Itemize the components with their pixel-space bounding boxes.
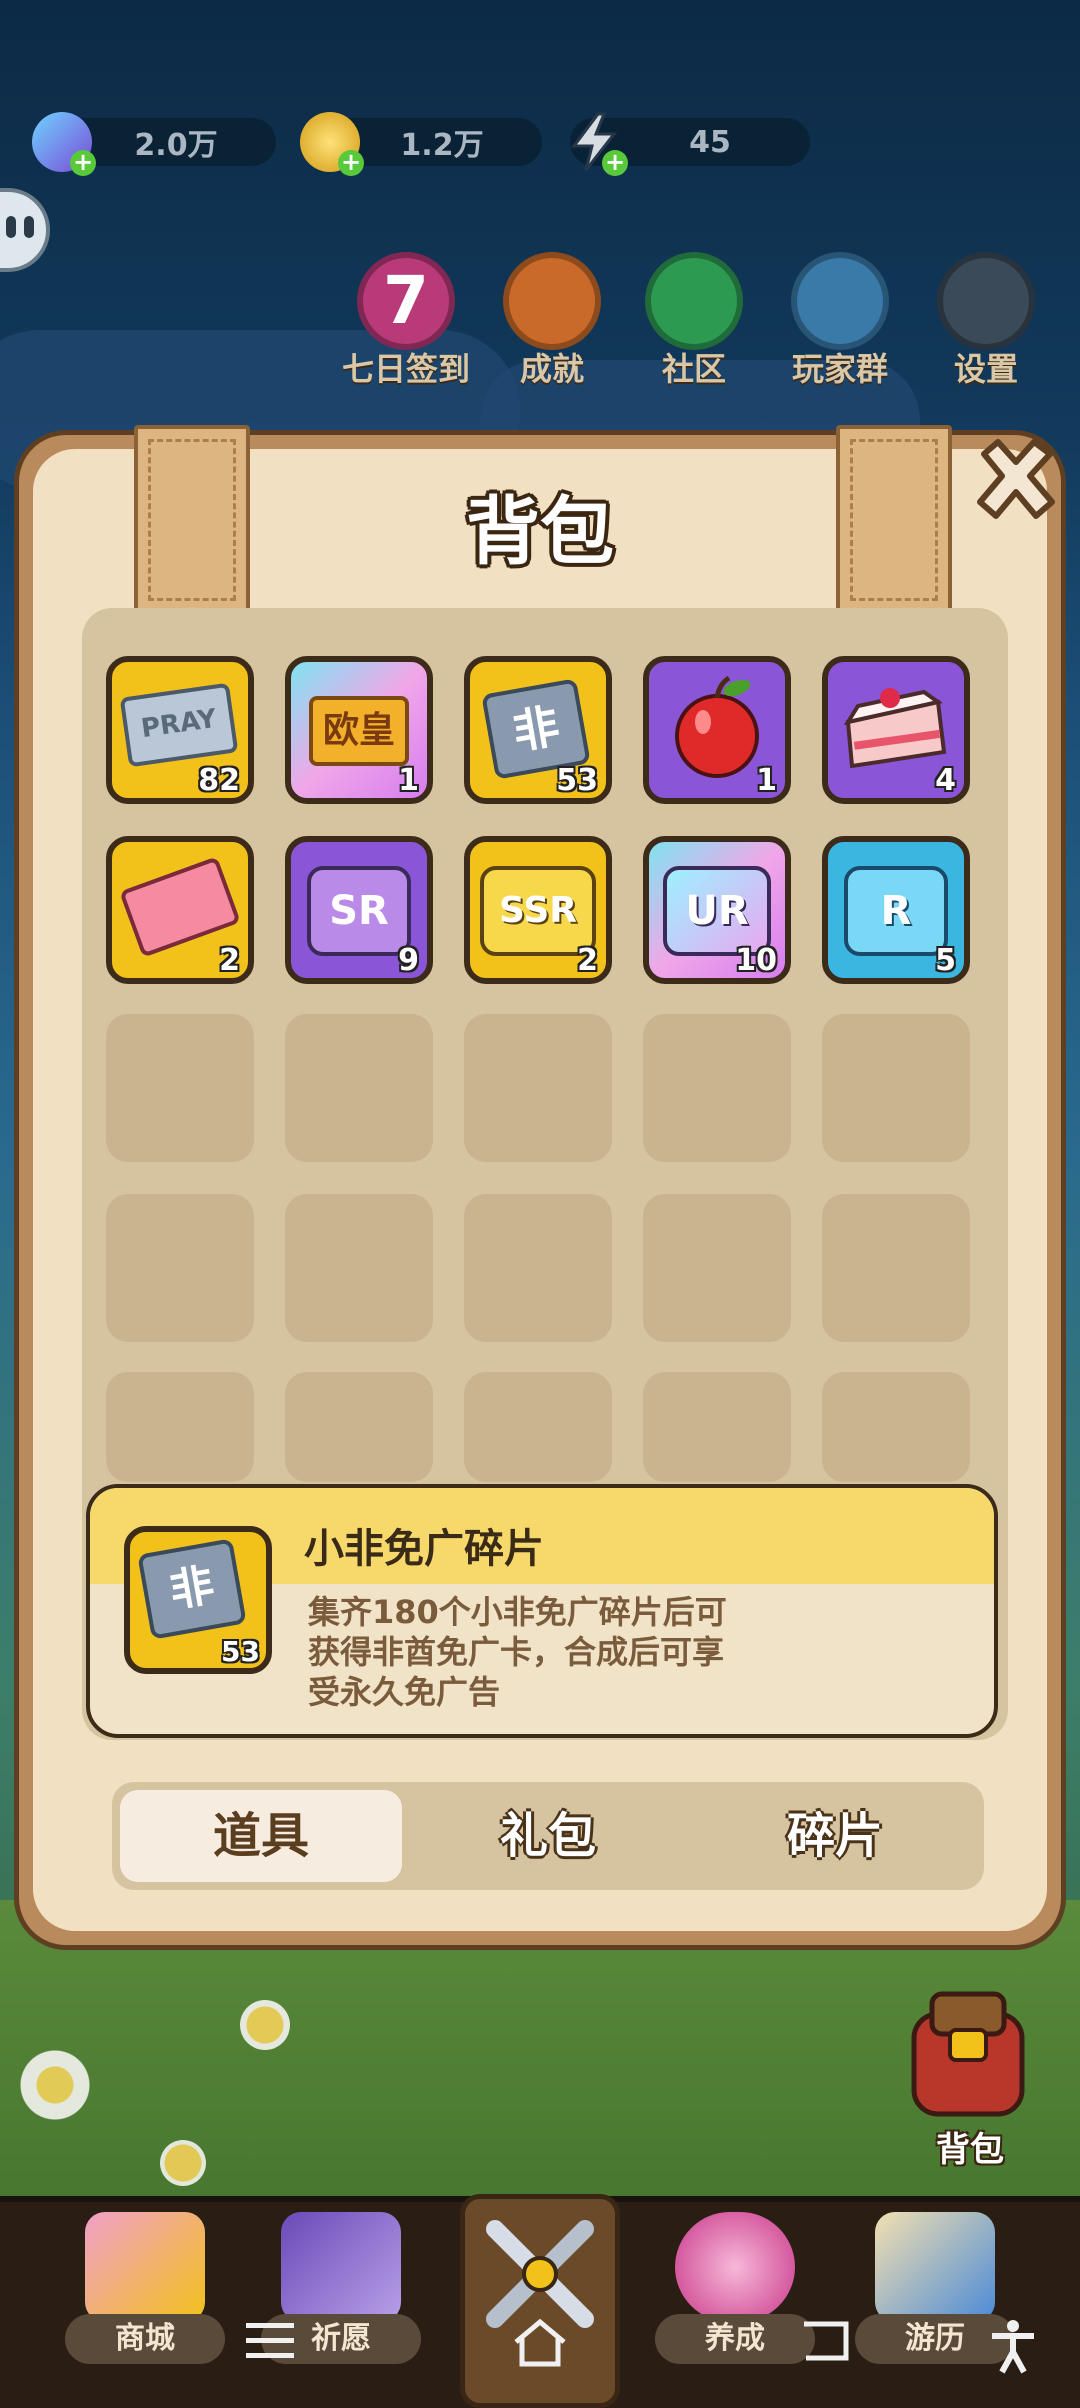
menu-label: 设置 bbox=[953, 350, 1018, 388]
item-sr-fragment[interactable]: SR 9 bbox=[285, 836, 433, 984]
paw-icon bbox=[675, 2212, 795, 2322]
menu-label: 玩家群 bbox=[791, 350, 888, 388]
diamond-icon: + bbox=[32, 112, 96, 176]
card-icon bbox=[281, 2212, 401, 2322]
nav-cultivate[interactable]: 养成 bbox=[650, 2206, 820, 2386]
flower-decoration bbox=[20, 2050, 90, 2120]
item-ticket[interactable]: 2 bbox=[106, 836, 254, 984]
tab-props[interactable]: 道具 bbox=[120, 1790, 402, 1882]
item-count: 53 bbox=[556, 763, 598, 798]
card-icon: 欧皇 bbox=[309, 696, 409, 766]
puzzle-icon: R bbox=[844, 866, 948, 956]
close-icon bbox=[977, 439, 1055, 519]
item-r-fragment[interactable]: R 5 bbox=[822, 836, 970, 984]
item-pray-ticket[interactable]: PRAY 82 bbox=[106, 656, 254, 804]
fragment-icon: 非 bbox=[137, 1538, 247, 1640]
backpack-label: 背包 bbox=[936, 2130, 1004, 2170]
item-count: 2 bbox=[219, 943, 240, 978]
coin-icon: + bbox=[300, 112, 364, 176]
detail-item-description: 集齐180个小非免广碎片后可 获得非酋免广卡，合成后可享 受永久免广告 bbox=[308, 1592, 828, 1712]
tab-gift-packs[interactable]: 礼包 bbox=[407, 1790, 689, 1882]
panel-title: 背包 bbox=[466, 489, 614, 575]
item-count: 2 bbox=[577, 943, 598, 978]
empty-slot[interactable] bbox=[643, 1372, 791, 1482]
close-button[interactable] bbox=[966, 432, 1066, 532]
item-ur-fragment[interactable]: UR 10 bbox=[643, 836, 791, 984]
item-count: 53 bbox=[221, 1635, 260, 1668]
menu-label: 七日签到 bbox=[341, 350, 470, 388]
empty-slot[interactable] bbox=[285, 1372, 433, 1482]
description-line: 受永久免广告 bbox=[308, 1673, 501, 1711]
empty-slot[interactable] bbox=[822, 1194, 970, 1342]
item-apple[interactable]: 1 bbox=[643, 656, 791, 804]
backpack-icon bbox=[911, 1991, 1025, 2117]
empty-slot[interactable] bbox=[643, 1194, 791, 1342]
item-cake[interactable]: 4 bbox=[822, 656, 970, 804]
chat-bubble-icon bbox=[645, 252, 743, 350]
item-count: 1 bbox=[398, 763, 419, 798]
plus-icon[interactable]: + bbox=[70, 150, 96, 176]
menu-achievement[interactable]: 成就 bbox=[502, 252, 602, 390]
coin-value: 1.2万 bbox=[400, 128, 484, 163]
item-ssr-fragment[interactable]: SSR 2 bbox=[464, 836, 612, 984]
empty-slot[interactable] bbox=[464, 1014, 612, 1162]
empty-slot[interactable] bbox=[106, 1014, 254, 1162]
empty-slot[interactable] bbox=[643, 1014, 791, 1162]
empty-slot[interactable] bbox=[285, 1014, 433, 1162]
category-tabs: 道具 礼包 碎片 bbox=[112, 1782, 984, 1890]
penguin-icon bbox=[791, 252, 889, 350]
nav-shop[interactable]: 商城 bbox=[60, 2206, 230, 2386]
shop-icon bbox=[85, 2212, 205, 2322]
back-icon[interactable] bbox=[800, 2318, 852, 2373]
item-count: 5 bbox=[935, 943, 956, 978]
plus-icon[interactable]: + bbox=[338, 150, 364, 176]
gear-icon bbox=[937, 252, 1035, 350]
menu-player-group[interactable]: 玩家群 bbox=[790, 252, 890, 390]
menu-settings[interactable]: 设置 bbox=[936, 252, 1036, 390]
empty-slot[interactable] bbox=[464, 1372, 612, 1482]
empty-slot[interactable] bbox=[464, 1194, 612, 1342]
item-count: 4 bbox=[935, 763, 956, 798]
ticket-icon: PRAY bbox=[119, 682, 239, 768]
empty-slot[interactable] bbox=[106, 1194, 254, 1342]
flower-decoration bbox=[240, 2000, 290, 2050]
plus-icon[interactable]: + bbox=[602, 150, 628, 176]
description-line: 获得非酋免广卡，合成后可享 bbox=[308, 1633, 725, 1671]
detail-item-icon: 非 53 bbox=[124, 1526, 272, 1674]
item-count: 82 bbox=[198, 763, 240, 798]
menu-seven-day-signin[interactable]: 7 七日签到 bbox=[342, 252, 470, 390]
description-line: 集齐180个小非免广碎片后可 bbox=[308, 1593, 727, 1631]
item-count: 1 bbox=[756, 763, 777, 798]
puzzle-icon: SR bbox=[307, 866, 411, 956]
item-count: 10 bbox=[735, 943, 777, 978]
flower-decoration bbox=[160, 2140, 206, 2186]
trophy-icon bbox=[503, 252, 601, 350]
nav-label: 商城 bbox=[65, 2314, 225, 2364]
item-ouhuang-card[interactable]: 欧皇 1 bbox=[285, 656, 433, 804]
empty-slot[interactable] bbox=[822, 1014, 970, 1162]
menu-label: 成就 bbox=[519, 350, 584, 388]
accessibility-icon[interactable] bbox=[988, 2318, 1038, 2383]
energy-value: 45 bbox=[689, 124, 731, 160]
calendar-icon: 7 bbox=[357, 252, 455, 350]
lightning-icon: + bbox=[564, 112, 628, 176]
diamond-value: 2.0万 bbox=[134, 128, 218, 163]
empty-slot[interactable] bbox=[285, 1194, 433, 1342]
menu-label: 社区 bbox=[661, 350, 726, 388]
item-xiaofei-fragment[interactable]: 非 53 bbox=[464, 656, 612, 804]
home-icon[interactable] bbox=[510, 2318, 570, 2377]
item-detail-card: 非 53 小非免广碎片 集齐180个小非免广碎片后可 获得非酋免广卡，合成后可享… bbox=[86, 1484, 998, 1738]
menu-community[interactable]: 社区 bbox=[644, 252, 744, 390]
tab-fragments[interactable]: 碎片 bbox=[694, 1790, 976, 1882]
empty-slot[interactable] bbox=[822, 1372, 970, 1482]
menu-icon[interactable] bbox=[246, 2318, 294, 2372]
detail-item-name: 小非免广碎片 bbox=[304, 1526, 544, 1572]
item-count: 9 bbox=[398, 943, 419, 978]
empty-slot[interactable] bbox=[106, 1372, 254, 1482]
nav-label: 养成 bbox=[655, 2314, 815, 2364]
map-icon bbox=[875, 2212, 995, 2322]
